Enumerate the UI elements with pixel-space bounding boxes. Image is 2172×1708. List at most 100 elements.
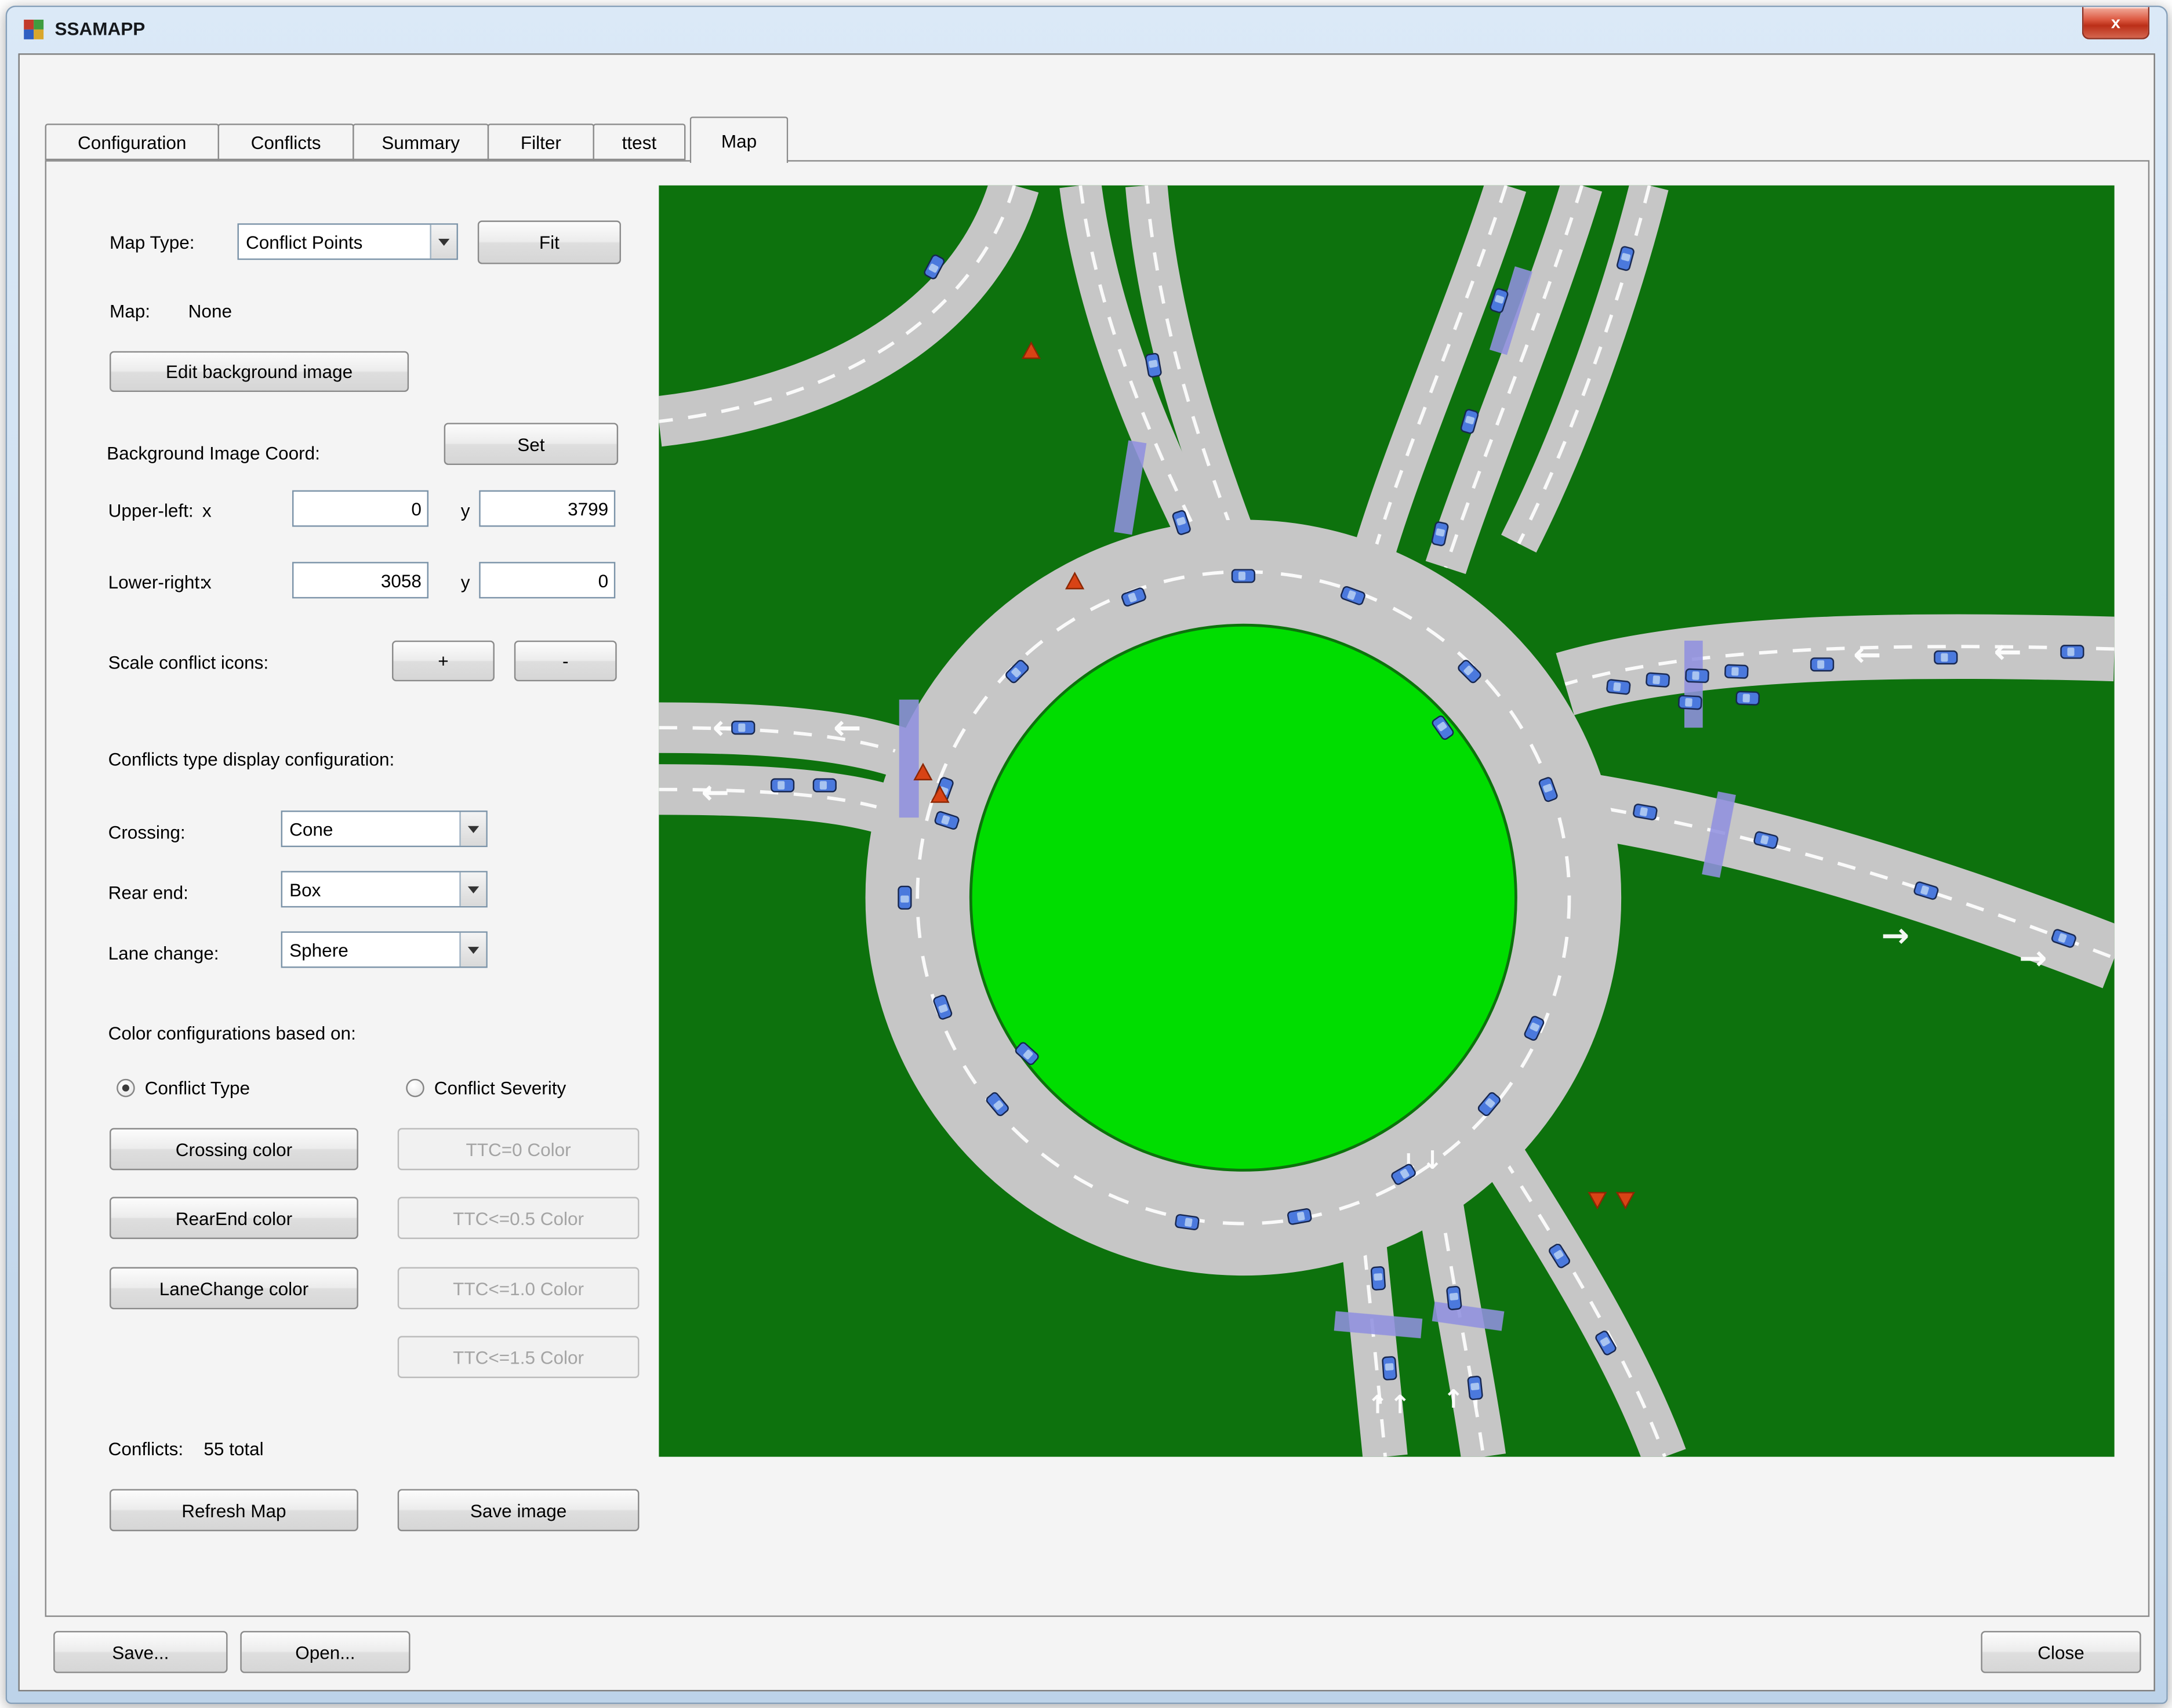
chevron-down-icon[interactable] (459, 933, 486, 966)
tab-map[interactable]: Map (690, 117, 789, 163)
save-button[interactable]: Save... (53, 1631, 227, 1673)
tab-label: Summary (382, 132, 460, 152)
chevron-down-icon[interactable] (459, 812, 486, 845)
set-button[interactable]: Set (444, 423, 618, 465)
window-title: SSAMAPP (55, 18, 145, 39)
y-label: y (461, 500, 470, 521)
background-coord-label: Background Image Coord: (107, 442, 320, 463)
tab-bar: Configuration Conflicts Summary Filter t… (45, 115, 787, 161)
edit-background-image-label: Edit background image (166, 361, 353, 382)
conflict-severity-radio-label: Conflict Severity (434, 1077, 566, 1098)
open-button[interactable]: Open... (240, 1631, 410, 1673)
chevron-down-icon[interactable] (430, 225, 456, 259)
close-button[interactable]: Close (1981, 1631, 2141, 1673)
tab-label: Configuration (78, 132, 186, 152)
ttc0-color-label: TTC=0 Color (466, 1139, 571, 1160)
svg-text:←: ← (701, 772, 729, 812)
crossing-color-label: Crossing color (176, 1139, 292, 1160)
edit-background-image-button[interactable]: Edit background image (110, 351, 409, 392)
svg-text:↑: ↑ (1367, 1391, 1389, 1420)
scale-plus-button[interactable]: + (392, 641, 495, 681)
svg-text:→: → (2019, 938, 2047, 977)
ttc10-color-label: TTC<=1.0 Color (453, 1278, 584, 1299)
map-value: None (188, 301, 232, 322)
lane-change-value: Sphere (282, 933, 459, 966)
save-button-label: Save... (112, 1641, 169, 1662)
tab-ttest[interactable]: ttest (593, 123, 686, 160)
central-island (972, 627, 1514, 1169)
save-image-label: Save image (470, 1500, 566, 1521)
ttc05-color-label: TTC<=0.5 Color (453, 1208, 584, 1229)
ttc15-color-button: TTC<=1.5 Color (398, 1336, 640, 1378)
conflict-type-radio[interactable] (117, 1079, 135, 1097)
refresh-map-button[interactable]: Refresh Map (110, 1489, 358, 1531)
lower-right-y-input[interactable] (479, 562, 615, 598)
x-label: x (202, 572, 212, 593)
chevron-down-icon[interactable] (459, 873, 486, 906)
map-canvas[interactable]: ← ← ← ← ← → → ↑ ↑ ↑ ↑ ↓ ↓ (659, 186, 2114, 1457)
upper-left-x-input[interactable] (292, 490, 428, 527)
scale-conflict-icons-label: Scale conflict icons: (108, 652, 269, 673)
lanechange-color-label: LaneChange color (159, 1278, 308, 1299)
map-type-select[interactable]: Conflict Points (237, 223, 457, 260)
window-close-button[interactable]: x (2082, 7, 2149, 39)
tab-configuration[interactable]: Configuration (45, 123, 219, 160)
conflicts-count-value: 55 total (204, 1438, 263, 1459)
tab-label: Filter (521, 132, 561, 152)
svg-text:←: ← (1853, 635, 1882, 674)
dialog-client: Configuration Conflicts Summary Filter t… (18, 53, 2155, 1691)
crossing-select[interactable]: Cone (281, 811, 488, 847)
tab-label: Conflicts (251, 132, 321, 152)
app-window: SSAMAPP x Configuration Conflicts Summar… (6, 6, 2168, 1704)
upper-left-y-input[interactable] (479, 490, 615, 527)
ttc10-color-button: TTC<=1.0 Color (398, 1267, 640, 1310)
map-type-value: Conflict Points (239, 225, 430, 259)
crossing-value: Cone (282, 812, 459, 845)
y-label: y (461, 572, 470, 593)
rearend-color-button[interactable]: RearEnd color (110, 1197, 358, 1239)
svg-text:←: ← (1993, 632, 2022, 671)
tab-summary[interactable]: Summary (353, 123, 489, 160)
open-button-label: Open... (295, 1641, 355, 1662)
upper-left-label: Upper-left: (108, 500, 194, 521)
display-config-label: Conflicts type display configuration: (108, 748, 395, 769)
conflict-type-radio-label: Conflict Type (145, 1077, 250, 1098)
svg-text:→: → (1881, 915, 1909, 955)
scale-minus-button[interactable]: - (514, 641, 617, 681)
tab-filter[interactable]: Filter (488, 123, 594, 160)
svg-text:↓: ↓ (1422, 1146, 1443, 1175)
minus-icon: - (562, 651, 569, 671)
close-button-label: Close (2037, 1641, 2084, 1662)
rear-end-label: Rear end: (108, 882, 188, 903)
set-button-label: Set (517, 433, 544, 454)
map-type-label: Map Type: (110, 232, 195, 253)
fit-button[interactable]: Fit (478, 220, 621, 264)
conflict-severity-radio[interactable] (406, 1079, 424, 1097)
ttc05-color-button: TTC<=0.5 Color (398, 1197, 640, 1239)
tab-label: ttest (622, 132, 657, 152)
rear-end-select[interactable]: Box (281, 871, 488, 907)
crossing-label: Crossing: (108, 822, 186, 842)
lanechange-color-button[interactable]: LaneChange color (110, 1267, 358, 1310)
tab-label: Map (721, 130, 757, 151)
title-bar[interactable]: SSAMAPP x (7, 7, 2166, 53)
app-icon (23, 18, 45, 41)
close-icon: x (2111, 13, 2120, 32)
ttc0-color-button: TTC=0 Color (398, 1128, 640, 1171)
x-label: x (202, 500, 212, 521)
tab-conflicts[interactable]: Conflicts (218, 123, 354, 160)
lower-right-x-input[interactable] (292, 562, 428, 598)
conflicts-count-label: Conflicts: (108, 1438, 184, 1459)
lower-right-label: Lower-right: (108, 572, 205, 593)
lane-change-select[interactable]: Sphere (281, 931, 488, 968)
rear-end-value: Box (282, 873, 459, 906)
map-tab-panel: Map Type: Conflict Points Fit Map: None … (45, 160, 2150, 1617)
save-image-button[interactable]: Save image (398, 1489, 640, 1531)
crossing-color-button[interactable]: Crossing color (110, 1128, 358, 1171)
ttc15-color-label: TTC<=1.5 Color (453, 1346, 584, 1367)
plus-icon: + (438, 651, 448, 671)
color-config-label: Color configurations based on: (108, 1023, 356, 1044)
refresh-map-label: Refresh Map (181, 1500, 286, 1521)
svg-text:↑: ↑ (1443, 1385, 1464, 1414)
lane-change-label: Lane change: (108, 943, 219, 964)
